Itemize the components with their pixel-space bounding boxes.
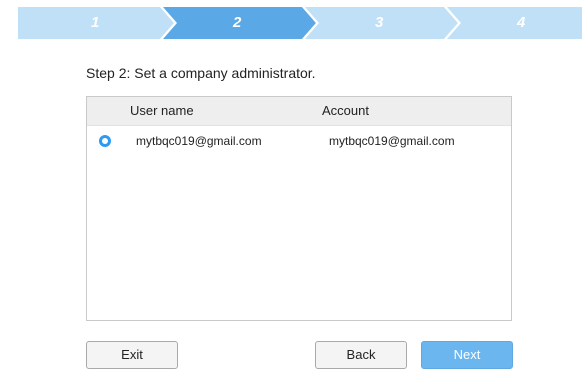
step-2-label: 2 <box>233 14 242 31</box>
cell-account: mytbqc019@gmail.com <box>329 134 455 148</box>
back-button[interactable]: Back <box>315 341 407 369</box>
column-header-user-name: User name <box>130 103 194 118</box>
step-4-label: 4 <box>517 14 526 31</box>
step-progress-shapes <box>18 7 582 39</box>
wizard-page: 1 2 3 4 Step 2: Set a company administra… <box>0 0 582 385</box>
next-button[interactable]: Next <box>421 341 513 369</box>
exit-button[interactable]: Exit <box>86 341 178 369</box>
step-progress-bar: 1 2 3 4 <box>18 7 582 39</box>
step-1-label: 1 <box>91 14 100 31</box>
step-title: Step 2: Set a company administrator. <box>86 65 316 81</box>
cell-user-name: mytbqc019@gmail.com <box>136 134 262 148</box>
step-4-segment <box>447 7 582 39</box>
row-select-radio[interactable] <box>99 135 111 147</box>
administrator-table: User name Account mytbqc019@gmail.com my… <box>86 96 512 321</box>
table-header: User name Account <box>87 97 511 126</box>
column-header-account: Account <box>322 103 369 118</box>
step-3-label: 3 <box>375 14 384 31</box>
table-row[interactable]: mytbqc019@gmail.com mytbqc019@gmail.com <box>87 126 511 156</box>
